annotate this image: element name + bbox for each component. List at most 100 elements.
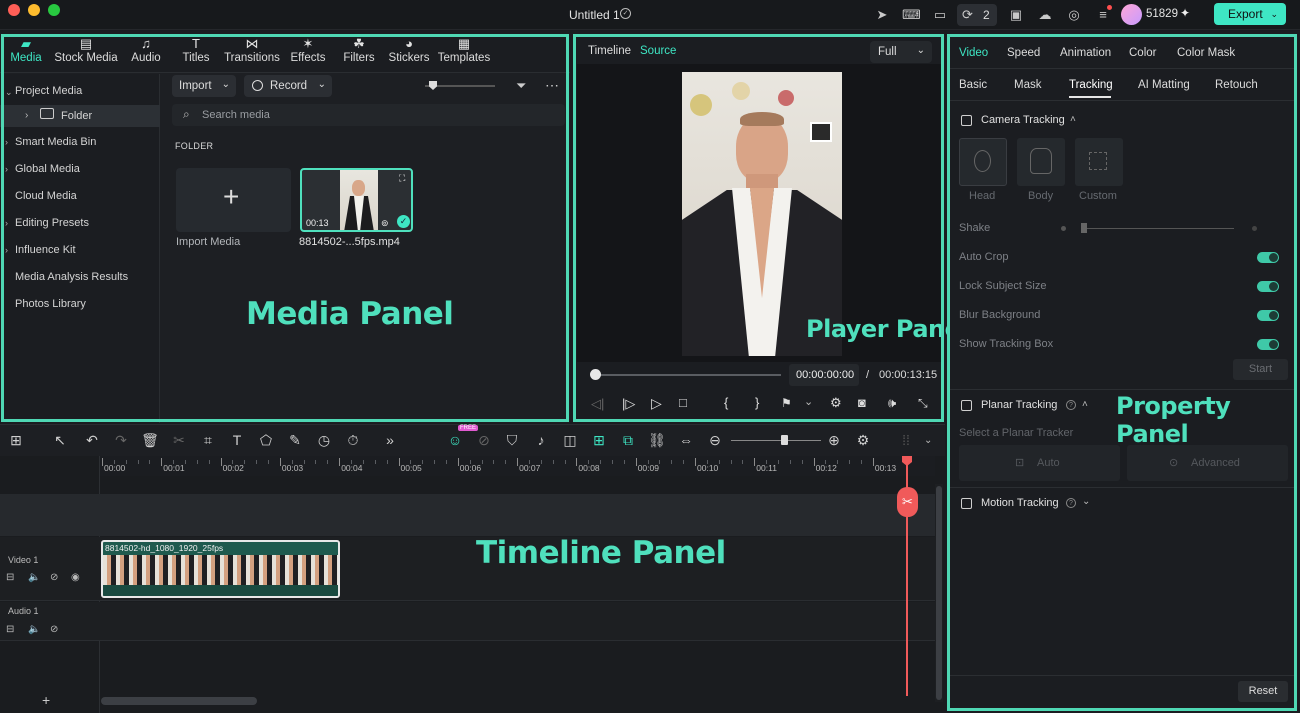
speed-icon[interactable]: ◷ xyxy=(314,432,334,449)
eye-icon[interactable]: ◉ xyxy=(71,572,80,583)
planar-auto-button[interactable]: ⊡ Auto xyxy=(959,445,1120,481)
zoom-out-icon[interactable]: ⊖ xyxy=(705,432,725,449)
undo-icon[interactable]: ↶ xyxy=(82,432,102,449)
import-dropdown[interactable]: Import ⌄ xyxy=(172,75,236,97)
sidebar-item-influence-kit[interactable]: Influence Kit xyxy=(15,244,76,256)
render-settings-icon[interactable]: ⚙ xyxy=(830,395,842,411)
planar-advanced-button[interactable]: ⊙ Advanced xyxy=(1127,445,1288,481)
grid-icon[interactable]: ⊞ xyxy=(6,432,26,449)
export-button[interactable]: Export ⌄ xyxy=(1214,3,1286,25)
more-tools-icon[interactable]: » xyxy=(380,432,400,448)
sidebar-item-global-media[interactable]: Global Media xyxy=(15,163,80,175)
minimize-window-button[interactable] xyxy=(28,4,40,16)
show-tracking-box-toggle[interactable] xyxy=(1257,339,1279,350)
sidebar-item-photos-library[interactable]: Photos Library xyxy=(15,298,86,310)
shake-slider[interactable] xyxy=(1082,228,1234,229)
crop-icon[interactable]: ⌗ xyxy=(198,432,218,449)
body-target-button[interactable] xyxy=(1017,138,1065,186)
track-height-icon[interactable]: ⁞⁞ xyxy=(896,432,916,448)
snapshot-icon[interactable]: ◙ xyxy=(858,395,866,410)
sidebar-item-cloud-media[interactable]: Cloud Media xyxy=(15,190,77,202)
sidebar-item-project-media[interactable]: Project Media xyxy=(15,85,82,97)
audio-beat-icon[interactable]: ♪ xyxy=(531,432,551,448)
stop-icon[interactable]: □ xyxy=(679,395,687,410)
delete-icon[interactable]: 🗑 xyxy=(140,432,160,449)
tab-stickers[interactable]: ◕ Stickers xyxy=(388,36,430,64)
step-forward-icon[interactable]: |▷ xyxy=(622,396,635,412)
auto-motion-icon[interactable]: ⊘ xyxy=(474,432,494,449)
tab-templates[interactable]: ▦ Templates xyxy=(437,36,491,64)
text-icon[interactable]: T xyxy=(227,432,247,448)
tab-video[interactable]: Video xyxy=(959,47,988,59)
blur-background-toggle[interactable] xyxy=(1257,310,1279,321)
shake-slider-handle[interactable] xyxy=(1081,223,1087,233)
time-ruler[interactable]: 00:00 00:01 00:02 00:03 00:04 00:05 00:06 00:07… xyxy=(100,456,935,476)
chevron-up-icon[interactable]: ˄ xyxy=(1082,399,1088,410)
more-icon[interactable]: ⋯ xyxy=(545,77,559,94)
previous-frame-icon[interactable]: ◁| xyxy=(591,396,604,412)
close-window-button[interactable] xyxy=(8,4,20,16)
head-target-button[interactable] xyxy=(959,138,1007,186)
ripple-icon[interactable]: ⧉ xyxy=(618,432,638,449)
search-input[interactable]: ⌕ Search media xyxy=(172,104,565,126)
tab-titles[interactable]: T Titles xyxy=(178,36,214,64)
keyboard-icon[interactable]: ⌨ xyxy=(902,6,921,24)
vertical-scrollbar[interactable] xyxy=(936,486,942,700)
marker-icon[interactable]: ⚑ xyxy=(781,396,792,410)
tab-stock-media[interactable]: ▤ Stock Media xyxy=(53,36,119,64)
filter-icon[interactable]: ⏷ xyxy=(516,78,526,94)
tasks-button[interactable]: ⟳ 2 xyxy=(957,4,997,26)
maximize-window-button[interactable] xyxy=(48,4,60,16)
media-clip-thumbnail[interactable]: 00:13 ⛶ ⊚ ✓ xyxy=(300,168,413,232)
zoom-in-icon[interactable]: ⊕ xyxy=(824,432,844,449)
sidebar-item-media-analysis-results[interactable]: Media Analysis Results xyxy=(15,271,128,283)
custom-target-button[interactable] xyxy=(1075,138,1123,186)
horizontal-scrollbar[interactable] xyxy=(101,697,257,705)
reset-button[interactable]: Reset xyxy=(1238,681,1288,702)
motion-tracking-checkbox[interactable] xyxy=(961,498,972,509)
video-clip[interactable]: 8814502-hd_1080_1920_25fps xyxy=(101,540,340,598)
lock-icon[interactable]: ⊘ xyxy=(50,572,58,583)
cut-icon[interactable]: ✂ xyxy=(169,432,189,449)
ai-assistant-icon[interactable]: ☺ xyxy=(445,432,465,448)
avatar[interactable] xyxy=(1121,4,1142,25)
mark-in-icon[interactable]: { xyxy=(724,395,728,410)
zoom-slider[interactable] xyxy=(731,440,821,441)
start-button[interactable]: Start xyxy=(1233,359,1288,380)
unlink-icon[interactable]: ⛓ xyxy=(647,432,667,449)
camera-tracking-checkbox[interactable] xyxy=(961,115,972,126)
mark-out-icon[interactable]: } xyxy=(755,395,759,410)
chevron-down-icon[interactable]: ⌄ xyxy=(924,435,932,446)
subtab-ai-matting[interactable]: AI Matting xyxy=(1138,79,1190,91)
subtab-tracking[interactable]: Tracking xyxy=(1069,79,1113,91)
import-media-tile[interactable]: + xyxy=(176,168,291,232)
tab-speed[interactable]: Speed xyxy=(1007,47,1040,59)
settings-icon[interactable]: ⚙ xyxy=(853,432,873,449)
select-pointer-icon[interactable]: ↖ xyxy=(50,432,70,449)
chevron-down-icon[interactable]: ⌄ xyxy=(1082,496,1090,507)
timer-icon[interactable]: ⏱ xyxy=(343,432,363,449)
planar-tracking-checkbox[interactable] xyxy=(961,400,972,411)
subtab-mask[interactable]: Mask xyxy=(1014,79,1041,91)
shape-icon[interactable]: ⬠ xyxy=(256,432,276,449)
color-icon[interactable]: ✎ xyxy=(285,432,305,449)
playback-progress-handle[interactable] xyxy=(590,369,601,380)
speaker-icon[interactable]: 🔈 xyxy=(28,572,40,583)
split-screen-icon[interactable]: ◫ xyxy=(560,432,580,449)
playback-progress-track[interactable] xyxy=(596,374,781,376)
redo-icon[interactable]: ↷ xyxy=(111,432,131,449)
chevron-down-icon[interactable]: ⌄ xyxy=(804,395,813,408)
subtab-basic[interactable]: Basic xyxy=(959,79,987,91)
tab-color-mask[interactable]: Color Mask xyxy=(1177,47,1235,59)
zoom-slider-handle[interactable] xyxy=(781,435,788,445)
tab-color[interactable]: Color xyxy=(1129,47,1156,59)
folder-icon[interactable]: ⊟ xyxy=(6,572,14,583)
speaker-icon[interactable]: 🔈 xyxy=(28,624,40,635)
sidebar-item-folder[interactable]: Folder xyxy=(61,110,92,122)
tab-filters[interactable]: ☘ Filters xyxy=(340,36,378,64)
tab-audio[interactable]: ♫ Audio xyxy=(128,36,164,64)
cloud-icon[interactable]: ☁ xyxy=(1036,6,1054,24)
tab-animation[interactable]: Animation xyxy=(1060,47,1111,59)
lock-subject-size-toggle[interactable] xyxy=(1257,281,1279,292)
chevron-up-icon[interactable]: ˄ xyxy=(1070,114,1076,125)
